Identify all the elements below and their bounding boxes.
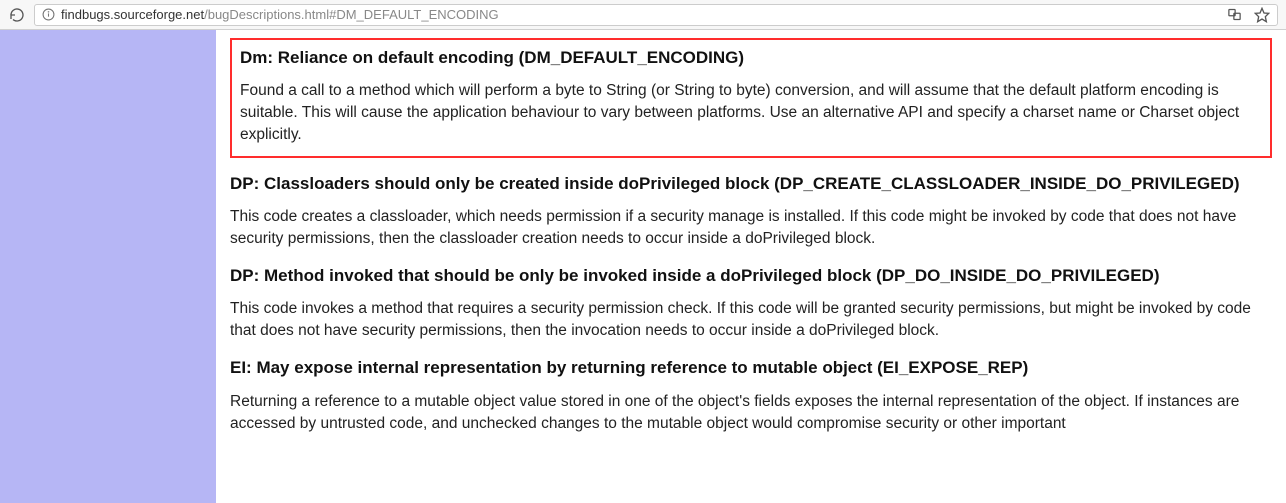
url-host: findbugs.sourceforge.net [61,7,204,22]
url-path: /bugDescriptions.html#DM_DEFAULT_ENCODIN… [204,7,499,22]
section-body: This code invokes a method that requires… [230,298,1272,342]
left-margin [0,30,216,503]
page-viewport: Dm: Reliance on default encoding (DM_DEF… [0,30,1286,503]
section: EI: May expose internal representation b… [230,356,1272,434]
section-body: This code creates a classloader, which n… [230,206,1272,250]
section: DP: Classloaders should only be created … [230,172,1272,250]
site-info-icon[interactable] [41,8,55,22]
url-text: findbugs.sourceforge.net/bugDescriptions… [61,7,1219,22]
section-title: Dm: Reliance on default encoding (DM_DEF… [240,46,1262,70]
translate-icon[interactable] [1225,6,1243,24]
section-title: EI: May expose internal representation b… [230,356,1272,380]
section-title: DP: Classloaders should only be created … [230,172,1272,196]
highlighted-section: Dm: Reliance on default encoding (DM_DEF… [230,38,1272,158]
star-icon[interactable] [1253,6,1271,24]
address-bar-actions [1225,6,1271,24]
browser-toolbar: findbugs.sourceforge.net/bugDescriptions… [0,0,1286,30]
reload-icon[interactable] [8,6,26,24]
content-area: Dm: Reliance on default encoding (DM_DEF… [216,30,1286,503]
section: DP: Method invoked that should be only b… [230,264,1272,342]
section-body: Found a call to a method which will perf… [240,80,1262,146]
address-bar[interactable]: findbugs.sourceforge.net/bugDescriptions… [34,4,1278,26]
section-body: Returning a reference to a mutable objec… [230,391,1272,435]
section-title: DP: Method invoked that should be only b… [230,264,1272,288]
